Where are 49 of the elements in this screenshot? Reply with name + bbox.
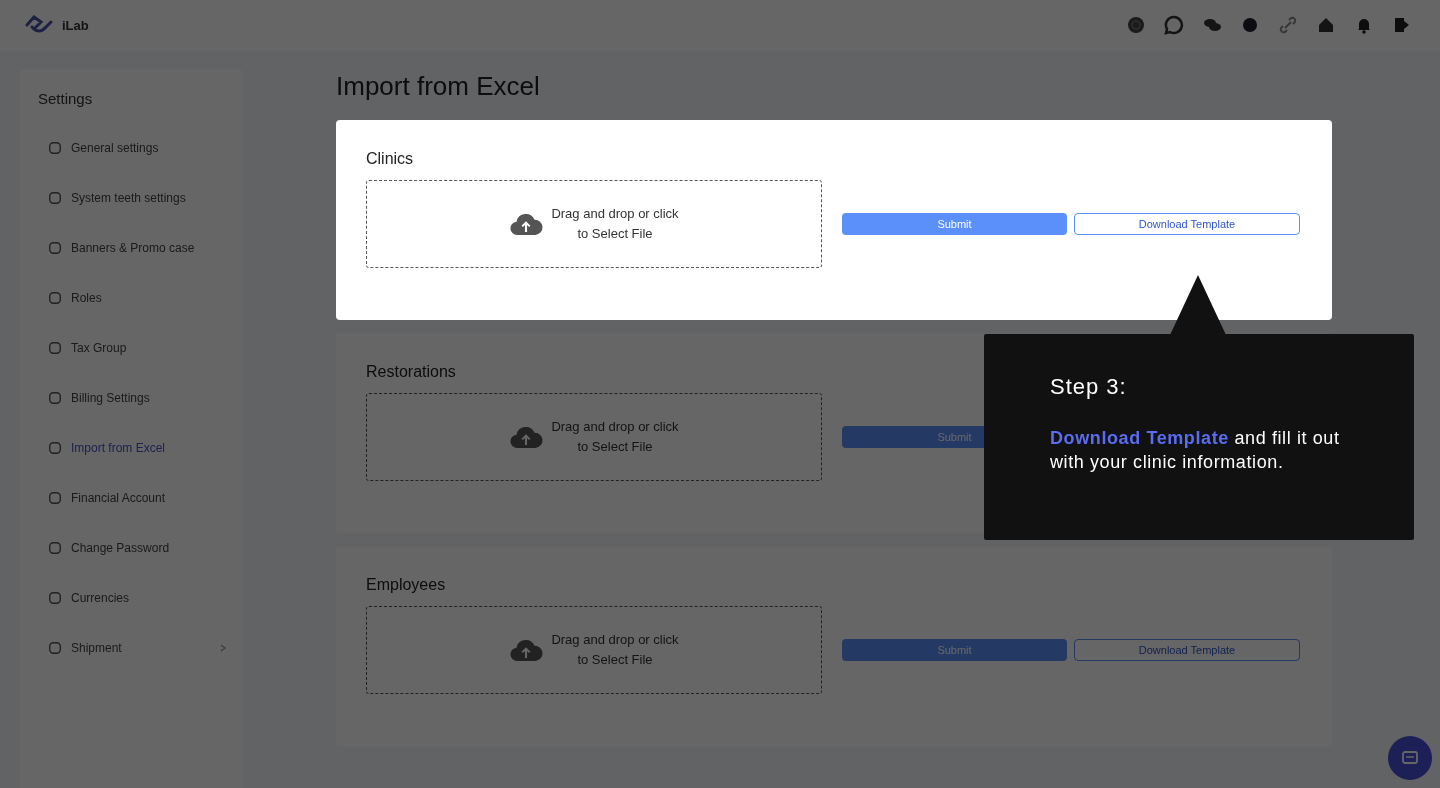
brand-name: iLab [62,17,89,33]
sidebar-item[interactable]: Billing Settings [38,373,242,423]
chat-button[interactable] [1388,736,1432,780]
chevron-icon [218,643,228,653]
submit-button[interactable]: Submit [842,213,1067,235]
sidebar-item[interactable]: Financial Account [38,473,242,523]
globe-icon[interactable] [1126,15,1146,35]
home-icon[interactable] [1316,15,1336,35]
menu-item-icon [48,391,62,405]
chat-icon[interactable] [1164,15,1184,35]
circle-icon[interactable] [1240,15,1260,35]
sidebar-item[interactable]: General settings [38,123,242,173]
menu-item-icon [48,141,62,155]
sidebar-item[interactable]: Currencies [38,573,242,623]
menu-item-icon [48,541,62,555]
cloud-upload-icon [509,211,544,237]
menu-item-icon [48,491,62,505]
file-dropzone[interactable]: Drag and drop or click to Select File [366,393,822,481]
sidebar-item[interactable]: Change Password [38,523,242,573]
sidebar-title: Settings [38,90,94,107]
menu-item-icon [48,441,62,455]
dropzone-text: Drag and drop or click to Select File [551,205,679,243]
download-template-button[interactable]: Download Template [1074,213,1300,235]
link-icon[interactable] [1278,15,1298,35]
card-title: Restorations [366,363,457,381]
tooltip-title: Step 3: [1050,374,1128,400]
sidebar-item[interactable]: Banners & Promo case [38,223,242,273]
sidebar-item[interactable]: Tax Group [38,323,242,373]
card-title: Clinics [366,150,415,168]
file-dropzone[interactable]: Drag and drop or click to Select File [366,606,822,694]
menu-item-icon [48,291,62,305]
sidebar-item[interactable]: Shipment [38,623,242,673]
menu-item-icon [48,341,62,355]
dropzone-text: Drag and drop or click to Select File [551,418,679,456]
menu-item-icon [48,641,62,655]
menu-item-icon [48,191,62,205]
dropzone-text: Drag and drop or click to Select File [551,631,679,669]
sidebar-item[interactable]: Roles [38,273,242,323]
page-title: Import from Excel [336,70,541,102]
submit-button[interactable]: Submit [842,639,1067,661]
cloud-upload-icon [509,424,544,450]
card-title: Employees [366,576,447,594]
sidebar-item[interactable]: Import from Excel [38,423,242,473]
sidebar-item[interactable]: System teeth settings [38,173,242,223]
cloud-upload-icon [509,637,544,663]
download-template-button[interactable]: Download Template [1074,639,1300,661]
menu-item-icon [48,241,62,255]
menu-item-icon [48,591,62,605]
file-dropzone[interactable]: Drag and drop or click to Select File [366,180,822,268]
